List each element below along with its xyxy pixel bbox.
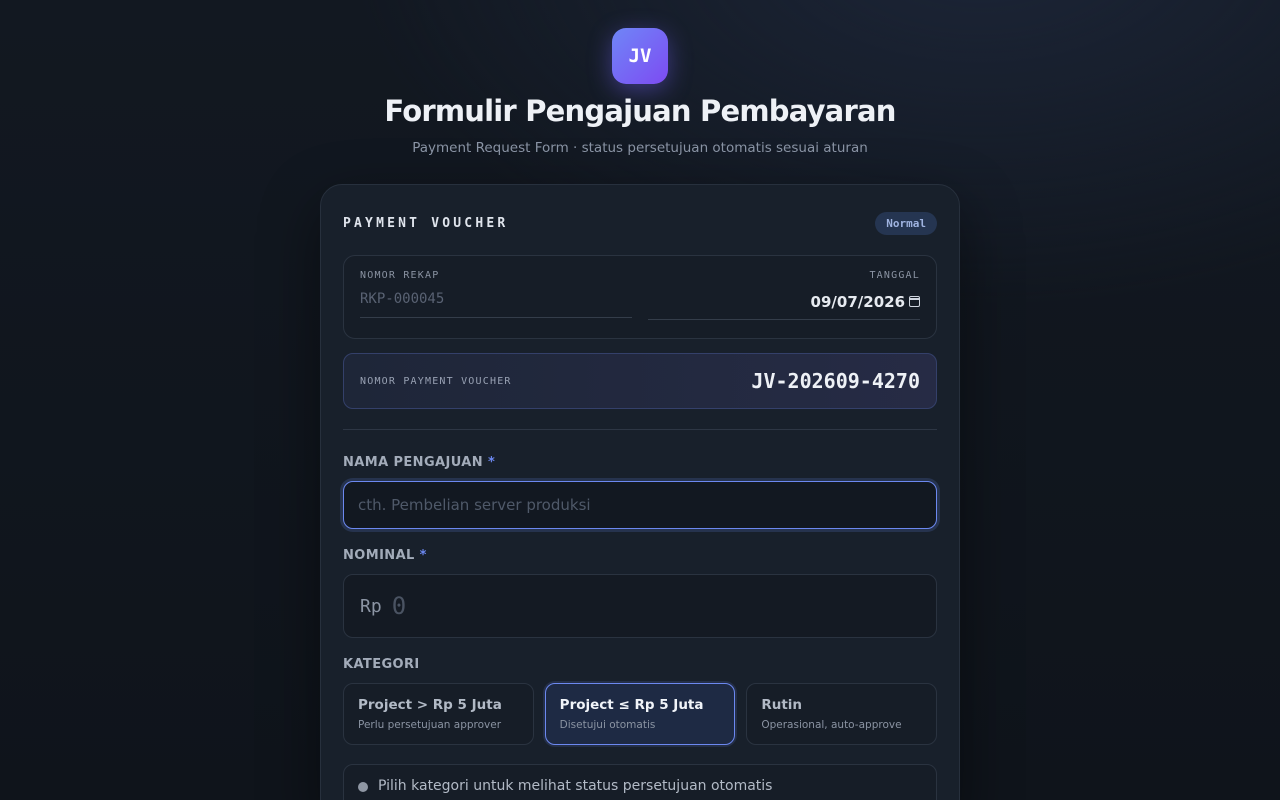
name-label-text: NAMA PENGAJUAN [343,455,484,470]
nominal-input[interactable] [391,592,920,620]
category-label: KATEGORI [343,657,420,672]
category-option-project-large[interactable]: Project > Rp 5 Juta Perlu persetujuan ap… [343,683,534,745]
voucher-meta-box: NOMOR REKAP RKP-000045 TANGGAL 09/07/202… [343,255,937,339]
rekap-field: NOMOR REKAP RKP-000045 [360,270,632,318]
required-mark: * [487,455,496,470]
approval-status-box: Pilih kategori untuk melihat status pers… [343,764,937,800]
nominal-label: NOMINAL * [343,548,427,563]
date-value: 09/07/2026 [810,292,905,311]
category-title: Project > Rp 5 Juta [358,697,502,713]
category-options: Project > Rp 5 Juta Perlu persetujuan ap… [343,683,938,745]
date-label: TANGGAL [869,270,920,281]
payment-voucher-card: PAYMENT VOUCHER Normal NOMOR REKAP RKP-0… [320,184,960,800]
voucher-heading: PAYMENT VOUCHER [343,215,509,231]
category-option-rutin[interactable]: Rutin Operasional, auto-approve [746,683,938,745]
rekap-label: NOMOR REKAP [360,270,440,281]
app-logo: JV [612,28,668,84]
pv-number: JV-202609-4270 [751,369,920,393]
page-subtitle: Payment Request Form · status persetujua… [412,140,868,156]
category-subtitle: Operasional, auto-approve [761,719,902,731]
payment-voucher-number-box: NOMOR PAYMENT VOUCHER JV-202609-4270 [343,353,937,409]
nominal-field: Rp [343,574,937,638]
category-subtitle: Perlu persetujuan approver [358,719,502,731]
category-title: Rutin [761,697,803,713]
nominal-label-text: NOMINAL [343,548,415,563]
status-dot-icon [358,782,368,792]
card-header: PAYMENT VOUCHER Normal [343,209,937,237]
approval-status-text: Pilih kategori untuk melihat status pers… [378,778,773,794]
currency-prefix: Rp [360,595,382,617]
category-option-project-small[interactable]: Project ≤ Rp 5 Juta Disetujui otomatis [544,683,736,745]
category-title: Project ≤ Rp 5 Juta [559,697,704,713]
calendar-icon[interactable] [909,296,920,307]
rekap-input[interactable]: RKP-000045 [360,291,632,318]
date-field: TANGGAL 09/07/2026 [648,270,920,320]
required-mark: * [419,548,427,563]
name-label: NAMA PENGAJUAN * [343,455,495,470]
section-divider [343,429,937,430]
date-input[interactable]: 09/07/2026 [648,291,920,320]
page-title: Formulir Pengajuan Pembayaran [384,94,896,128]
pv-label: NOMOR PAYMENT VOUCHER [360,375,512,387]
name-input[interactable] [343,481,937,529]
priority-badge: Normal [875,211,937,235]
category-subtitle: Disetujui otomatis [559,719,656,731]
